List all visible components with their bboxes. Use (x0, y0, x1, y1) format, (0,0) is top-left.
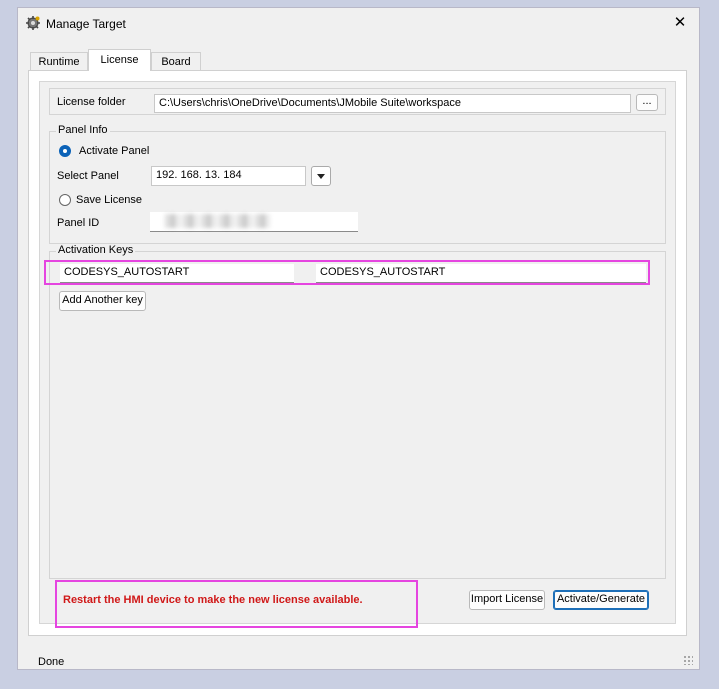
redacted-panel-id (165, 214, 270, 228)
gear-icon (26, 16, 40, 30)
panel-info-legend: Panel Info (56, 124, 110, 136)
activate-panel-label: Activate Panel (79, 145, 150, 157)
restart-warning-text: Restart the HMI device to make the new l… (63, 594, 363, 606)
browse-button[interactable]: ... (636, 94, 658, 111)
activation-keys-legend: Activation Keys (56, 244, 136, 256)
import-license-button[interactable]: Import License (469, 590, 545, 610)
window-title: Manage Target (46, 17, 126, 31)
panel-id-label: Panel ID (57, 217, 100, 229)
select-panel-dropdown[interactable] (311, 166, 331, 186)
save-license-label: Save License (76, 194, 143, 206)
license-folder-input[interactable]: C:\Users\chris\OneDrive\Documents\JMobil… (154, 94, 631, 113)
status-text: Done (38, 656, 65, 668)
add-another-key-button[interactable]: Add Another key (59, 291, 146, 311)
license-tab-panel: License folder C:\Users\chris\OneDrive\D… (28, 70, 687, 636)
resize-grip-icon[interactable] (683, 655, 693, 665)
activate-panel-radio[interactable] (59, 145, 71, 157)
select-panel-input[interactable]: 192. 168. 13. 184 (151, 166, 306, 186)
select-panel-label: Select Panel (57, 170, 119, 182)
activate-generate-button[interactable]: Activate/Generate (553, 590, 649, 610)
manage-target-window: Manage Target ✕ Runtime License Board Li… (17, 7, 700, 670)
license-content: License folder C:\Users\chris\OneDrive\D… (39, 81, 676, 628)
tab-license[interactable]: License (88, 49, 151, 71)
license-folder-label: License folder (57, 96, 126, 108)
title-bar: Manage Target ✕ (18, 8, 699, 40)
save-license-radio[interactable] (59, 194, 71, 206)
tab-board[interactable]: Board (151, 52, 201, 70)
keys-highlight-box (44, 260, 650, 285)
close-icon[interactable]: ✕ (667, 12, 693, 34)
tab-runtime[interactable]: Runtime (30, 52, 88, 70)
